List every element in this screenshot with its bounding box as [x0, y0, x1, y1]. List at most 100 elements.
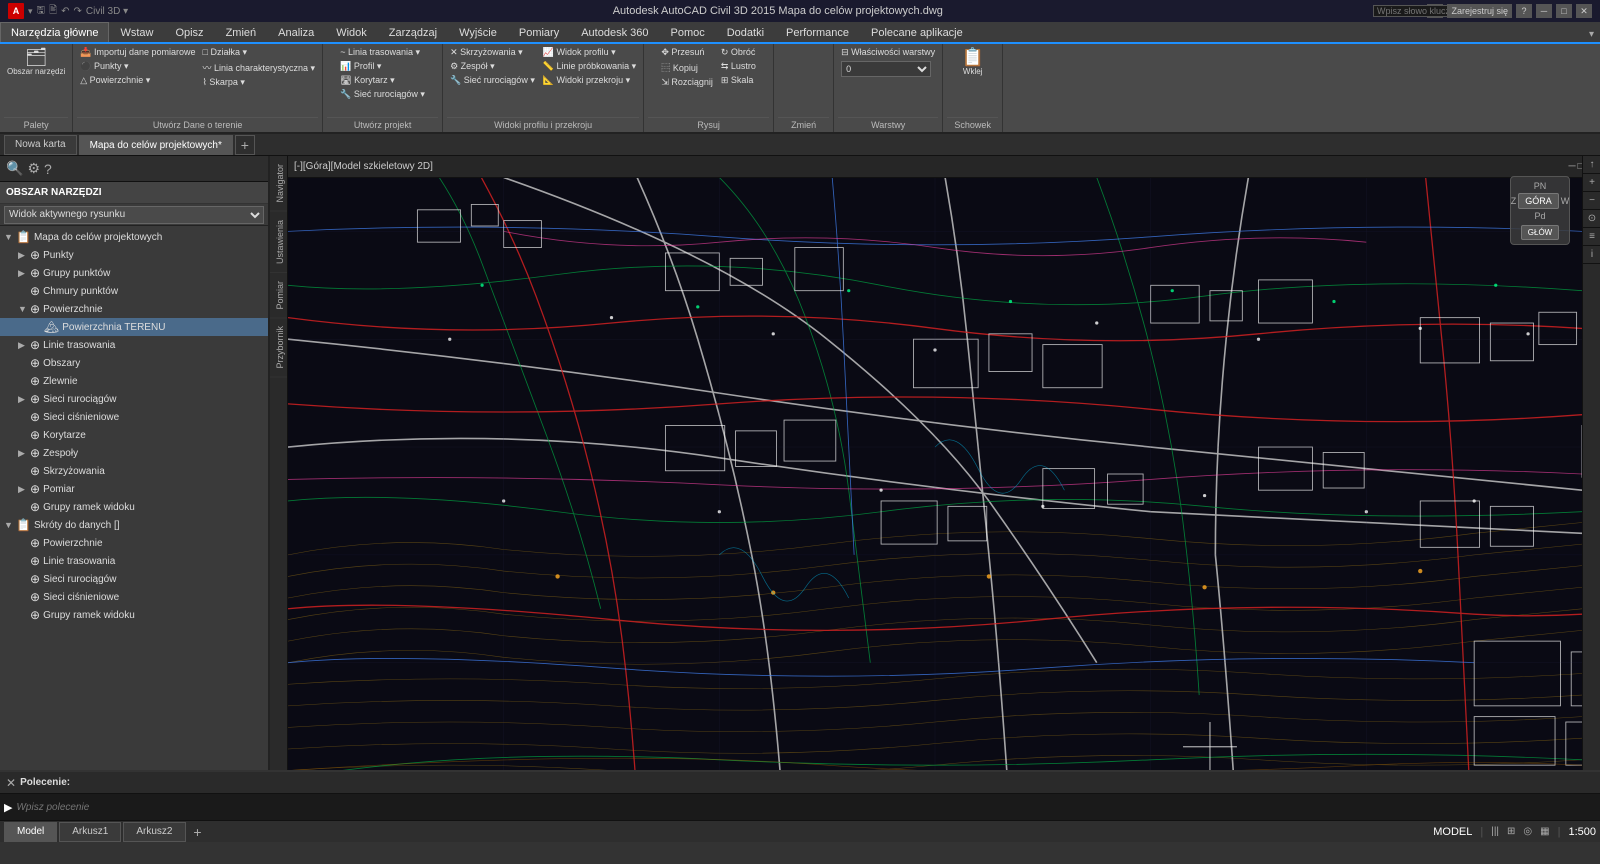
btn-obroc[interactable]: ↻ Obróć [718, 46, 759, 59]
btn-widok-profilu[interactable]: 📈 Widok profilu ▾ [540, 46, 639, 59]
tab-performance[interactable]: Performance [775, 22, 860, 42]
doc-tab-new-card[interactable]: Nowa karta [4, 135, 77, 155]
tree-item[interactable]: ▼ 📋 Mapa do celów projektowych [0, 228, 268, 246]
vp-ctrl-props[interactable]: i [1583, 246, 1600, 264]
expand-ribbon-icon[interactable]: ▾ [1589, 29, 1594, 40]
tree-item[interactable]: ⊕ Chmury punktów [0, 282, 268, 300]
tab-pomiary[interactable]: Pomiary [508, 22, 570, 42]
tab-narzedzia[interactable]: Narzędzia główne [0, 22, 109, 42]
btn-widoki-przekr[interactable]: 📐 Widoki przekroju ▾ [540, 74, 639, 87]
close-btn[interactable]: ✕ [1576, 4, 1592, 18]
sidebar-icon2[interactable]: ⚙ [27, 160, 40, 177]
btn-skala[interactable]: ⊞ Skala [718, 74, 759, 87]
tree-item[interactable]: ▶ ⊕ Pomiar [0, 480, 268, 498]
sidebar-icon3[interactable]: ? [44, 161, 52, 177]
panel-ustawienia[interactable]: Ustawienia [270, 212, 287, 273]
tree-item[interactable]: ⊕ Grupy ramek widoku [0, 498, 268, 516]
tree-item[interactable]: ⊕ Skrzyżowania [0, 462, 268, 480]
btn-lustro[interactable]: ⇆ Lustro [718, 60, 759, 73]
tab-opisz[interactable]: Opisz [164, 22, 214, 42]
tree-item[interactable]: ▼ ⊕ Powierzchnie [0, 300, 268, 318]
btn-skarpa[interactable]: ⌇ Skarpa ▾ [200, 76, 319, 89]
vp-ctrl-zoom-out[interactable]: − [1583, 192, 1600, 210]
tree-item[interactable]: ▶ ⊕ Linie trasowania [0, 336, 268, 354]
tree-item[interactable]: ▶ ⊕ Zespoły [0, 444, 268, 462]
vp-ctrl-orbit[interactable]: ⊙ [1583, 210, 1600, 228]
btn-skrzyzowania[interactable]: ✕ Skrzyżowania ▾ [447, 46, 538, 59]
status-osnap-btn[interactable]: ▦ [1540, 826, 1549, 837]
cmdline-close-btn[interactable]: ✕ [6, 776, 16, 790]
panel-navigator[interactable]: Navigator [270, 156, 287, 212]
btn-linia-char[interactable]: 〰 Linia charakterystyczna ▾ [200, 60, 319, 75]
btn-zespol[interactable]: ⚙ Zespół ▾ [447, 60, 538, 73]
tree-item[interactable]: ⊕ Zlewnie [0, 372, 268, 390]
tab-autodesk360[interactable]: Autodesk 360 [570, 22, 659, 42]
tree-item[interactable]: ⊕ Sieci ciśnieniowe [0, 408, 268, 426]
map-canvas[interactable]: X Y [288, 178, 1582, 770]
tree-item[interactable]: ⊕ Korytarze [0, 426, 268, 444]
btn-linie-prob[interactable]: 📏 Linie próbkowania ▾ [540, 60, 639, 73]
panel-przybornik[interactable]: Przybornik [270, 318, 287, 378]
tab-arkusz1[interactable]: Arkusz1 [59, 822, 121, 842]
vp-min-btn[interactable]: ─ [1568, 161, 1575, 172]
btn-profil[interactable]: 📊 Profil ▾ [337, 60, 428, 73]
tab-pomoc[interactable]: Pomoc [659, 22, 715, 42]
tab-arkusz2[interactable]: Arkusz2 [123, 822, 185, 842]
tree-item[interactable]: ⊕ Grupy ramek widoku [0, 606, 268, 624]
panel-pomiar[interactable]: Pomiar [270, 273, 287, 319]
compass-glowny-btn[interactable]: GŁÓW [1521, 225, 1559, 240]
btn-kopiuj[interactable]: ⿳ Kopiuj [658, 60, 716, 75]
tree-item[interactable]: ⊕ Powierzchnie [0, 534, 268, 552]
tree-item[interactable]: ⊕ Sieci ciśnieniowe [0, 588, 268, 606]
sidebar-view-select[interactable]: Widok aktywnego rysunku [4, 206, 264, 224]
status-polar-btn[interactable]: ◎ [1523, 826, 1532, 837]
btn-siec-rur2[interactable]: 🔧 Sieć rurociągów ▾ [447, 74, 538, 87]
vp-ctrl-zoom-in[interactable]: + [1583, 174, 1600, 192]
tab-add-btn[interactable]: + [188, 822, 208, 842]
vp-ctrl-pan[interactable]: ↑ [1583, 156, 1600, 174]
tree-item[interactable]: ⊕ Obszary [0, 354, 268, 372]
tree-item[interactable]: ▼ 📋 Skróty do danych [] [0, 516, 268, 534]
tree-item[interactable]: ▶ ⊕ Punkty [0, 246, 268, 264]
btn-importuj[interactable]: 📥 Importuj dane pomiarowe [77, 46, 198, 59]
tab-polecane[interactable]: Polecane aplikacje [860, 22, 974, 42]
tab-analiza[interactable]: Analiza [267, 22, 325, 42]
tab-widok[interactable]: Widok [325, 22, 378, 42]
tree-item[interactable]: ▶ ⊕ Sieci rurociągów [0, 390, 268, 408]
btn-powierzchnie[interactable]: △ Powierzchnie ▾ [77, 74, 198, 87]
btn-obszar-narzedzi[interactable]: 🗂 Obszar narzędzi [4, 46, 68, 78]
window-controls[interactable]: Zarejestruj się ? ─ □ ✕ [1427, 4, 1592, 18]
tab-wyjscie[interactable]: Wyjście [448, 22, 508, 42]
btn-dzialka[interactable]: □ Działka ▾ [200, 46, 319, 59]
btn-siec-rur[interactable]: 🔧 Sieć rurociągów ▾ [337, 88, 428, 101]
layer-select[interactable]: 0 [841, 61, 931, 77]
btn-wklej[interactable]: 📋 Wklej [955, 46, 991, 78]
search-box-title[interactable] [1427, 4, 1443, 18]
vp-ctrl-layers[interactable]: ≡ [1583, 228, 1600, 246]
btn-korytarz[interactable]: 🛣 Korytarz ▾ [337, 74, 428, 87]
register-btn[interactable]: Zarejestruj się [1447, 4, 1512, 18]
btn-rozciagnij[interactable]: ⇲ Rozciągnij [658, 76, 716, 89]
tree-item[interactable]: ⊕ Linie trasowania [0, 552, 268, 570]
tab-dodatki[interactable]: Dodatki [716, 22, 775, 42]
btn-linia-tras[interactable]: ~ Linia trasowania ▾ [337, 46, 428, 59]
tree-item[interactable]: ▶ ⊕ Grupy punktów [0, 264, 268, 282]
minimize-btn[interactable]: ─ [1536, 4, 1552, 18]
tab-model[interactable]: Model [4, 822, 57, 842]
tree-item[interactable]: ⊕ Sieci rurociągów [0, 570, 268, 588]
status-grid-btn[interactable]: ||| [1491, 826, 1499, 837]
status-snap-btn[interactable]: ⊞ [1507, 826, 1515, 837]
sidebar-icon1[interactable]: 🔍 [6, 160, 23, 177]
cmdline-input-field[interactable] [16, 802, 1596, 813]
btn-layer-ctrl[interactable]: 0 [838, 60, 938, 78]
doc-tab-map[interactable]: Mapa do celów projektowych* [79, 135, 233, 155]
btn-wlasciw-warstwy[interactable]: ⊟ Właściwości warstwy [838, 46, 938, 59]
btn-punkty[interactable]: ⚫ Punkty ▾ [77, 60, 198, 73]
compass-gora-btn[interactable]: GÓRA [1518, 193, 1559, 209]
restore-btn[interactable]: □ [1556, 4, 1572, 18]
tab-zmien[interactable]: Zmień [215, 22, 268, 42]
doc-tab-add-btn[interactable]: + [235, 135, 255, 155]
btn-przesun[interactable]: ✥ Przesuń [658, 46, 716, 59]
tab-zarzadzaj[interactable]: Zarządzaj [378, 22, 448, 42]
tree-item[interactable]: 🏔 Powierzchnia TERENU [0, 318, 268, 336]
